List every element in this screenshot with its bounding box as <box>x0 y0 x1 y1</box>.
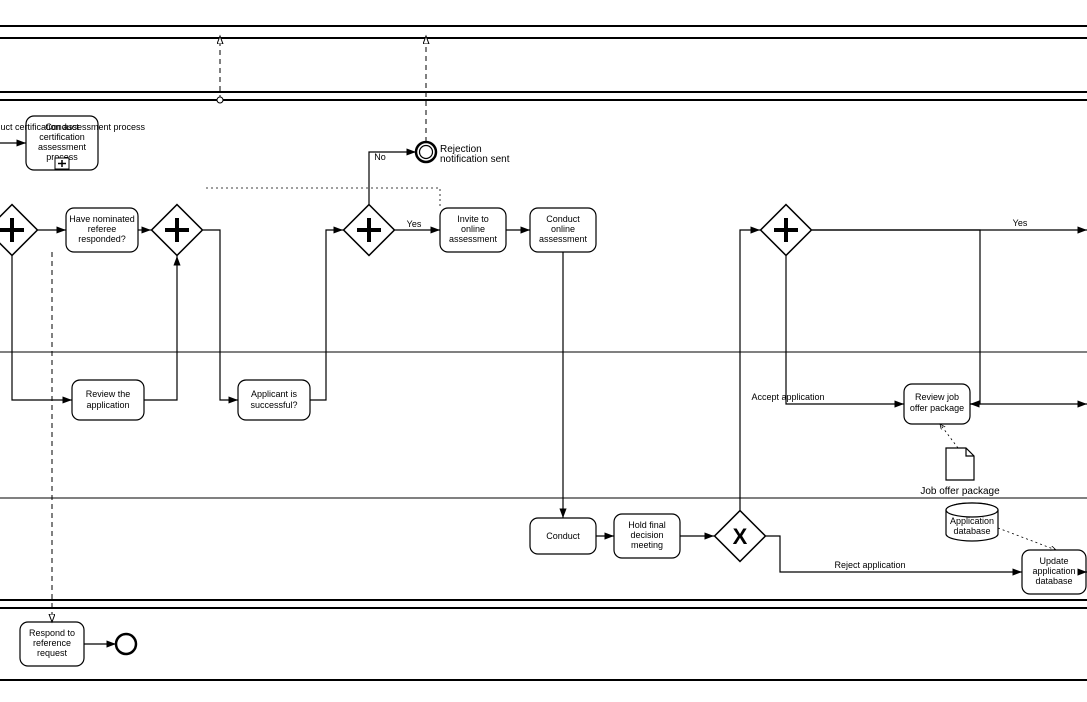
data-object-job-offer <box>946 448 974 480</box>
svg-text:Applicant issuccessful?: Applicant issuccessful? <box>250 389 297 410</box>
gateway-parallel-4[interactable] <box>761 205 812 256</box>
svg-text:Review joboffer package: Review joboffer package <box>910 392 964 413</box>
gateway-parallel-2[interactable] <box>152 205 203 256</box>
label-yes-2: Yes <box>1013 218 1028 228</box>
gateway-parallel-1[interactable] <box>0 205 37 256</box>
bpmn-diagram: Conduct certification assessment process… <box>0 0 1087 702</box>
label-no: No <box>374 152 386 162</box>
label-reject: Reject application <box>834 560 905 570</box>
svg-text:Applicationdatabase: Applicationdatabase <box>950 516 994 536</box>
svg-text:X: X <box>733 524 748 549</box>
gateway-exclusive-decision[interactable]: X <box>715 511 766 562</box>
event-rejection-sent[interactable] <box>416 142 436 162</box>
svg-text:Conduct: Conduct <box>546 531 580 541</box>
svg-text:Hold finaldecisionmeeting: Hold finaldecisionmeeting <box>628 520 666 550</box>
svg-text:Rejectionnotification sent: Rejectionnotification sent <box>440 144 510 165</box>
svg-text:Review theapplication: Review theapplication <box>86 389 131 410</box>
label-job-offer: Job offer package <box>920 486 1000 497</box>
event-end[interactable] <box>116 634 136 654</box>
label-accept: Accept application <box>751 392 824 402</box>
gateway-parallel-3[interactable] <box>344 205 395 256</box>
label-yes-1: Yes <box>407 219 422 229</box>
